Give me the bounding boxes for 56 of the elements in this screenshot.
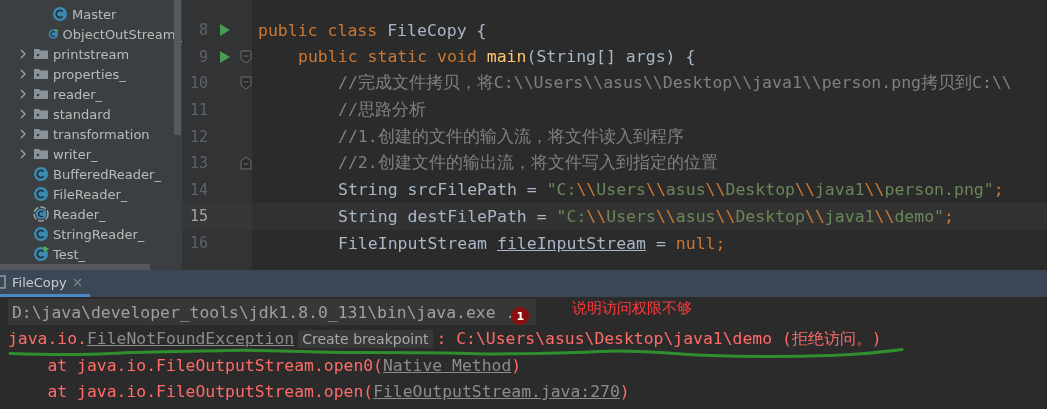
- tree-item[interactable]: Master: [72, 6, 117, 22]
- folder-icon: [33, 46, 49, 62]
- code-line: //完成文件拷贝，将C:\\Users\\asus\\Desktop\\java1\\person.png拷贝到C:\\: [338, 72, 1012, 95]
- source-link[interactable]: FileOutputStream.java:270: [373, 382, 620, 402]
- class-icon: [33, 226, 49, 242]
- run-icon[interactable]: [219, 23, 231, 38]
- error-text: ): [511, 355, 522, 375]
- code-line: //2.创建文件的输出流，将文件写入到指定的位置: [338, 152, 718, 175]
- scrollbar[interactable]: [0, 264, 150, 270]
- console-icon: [0, 275, 6, 289]
- folder-icon: [33, 66, 49, 82]
- tree-item[interactable]: transformation: [53, 126, 150, 142]
- tree-item[interactable]: Test_: [53, 246, 86, 262]
- tree-item[interactable]: printstream: [53, 46, 130, 62]
- tree-item[interactable]: StringReader_: [53, 226, 145, 242]
- class-icon: [33, 186, 49, 202]
- error-text: : C:\Users\asus\Desktop\java1\demo (拒绝访问。): [436, 327, 882, 350]
- close-icon[interactable]: [72, 277, 82, 287]
- source-link[interactable]: FileNotFoundException: [86, 329, 295, 349]
- folder-icon: [33, 146, 49, 162]
- code-line: //思路分析: [338, 99, 426, 122]
- code-line: //1.创建的文件的输入流，将文件读入到程序: [338, 125, 684, 148]
- tree-item[interactable]: Reader_: [53, 206, 106, 222]
- folder-icon: [33, 86, 49, 102]
- run-icon[interactable]: [219, 49, 231, 64]
- fold-icon[interactable]: [240, 49, 252, 64]
- code-line: public static void main(String[] args) {: [298, 47, 696, 67]
- folder-icon: [33, 126, 49, 142]
- line-number: 15: [188, 207, 208, 226]
- fold-icon[interactable]: [240, 156, 252, 171]
- code-line: String srcFilePath = "C:\\Users\\asus\\Desktop\\java1\\person.png";: [338, 180, 1004, 200]
- class-icon: [33, 166, 49, 182]
- source-link[interactable]: Native Method: [383, 355, 512, 375]
- folder-icon: [33, 106, 49, 122]
- fold-icon[interactable]: [240, 76, 252, 91]
- abstract-class-icon: [33, 206, 49, 222]
- tree-item[interactable]: reader_: [53, 86, 103, 102]
- error-text: java.io.: [8, 329, 87, 349]
- error-text: ): [619, 382, 630, 402]
- tree-item[interactable]: standard: [53, 106, 111, 122]
- code-line: public class FileCopy {: [258, 20, 487, 40]
- code-line: String destFilePath = "C:\\Users\\asus\\Desktop\\java1\\demo";: [338, 206, 954, 226]
- tree-item[interactable]: properties_: [53, 66, 126, 82]
- runnable-class-icon: [33, 246, 49, 262]
- tree-item[interactable]: ObjectOutStream_: [62, 26, 182, 42]
- runnable-class-icon: [47, 26, 59, 42]
- tree-item[interactable]: writer_: [53, 146, 98, 162]
- tree-item[interactable]: BufferedReader_: [53, 166, 161, 182]
- count-badge: 1: [511, 307, 530, 326]
- annotation-text: 说明访问权限不够: [572, 299, 692, 318]
- tooltip: Create breakpoint: [298, 329, 433, 348]
- error-text: at java.io.FileOutputStream.open(: [46, 382, 374, 402]
- error-text: at java.io.FileOutputStream.open0(: [46, 355, 383, 375]
- class-icon: [52, 6, 68, 22]
- code-line: FileInputStream fileInputStream = null;: [338, 233, 726, 253]
- tree-item[interactable]: FileReader_: [53, 186, 128, 202]
